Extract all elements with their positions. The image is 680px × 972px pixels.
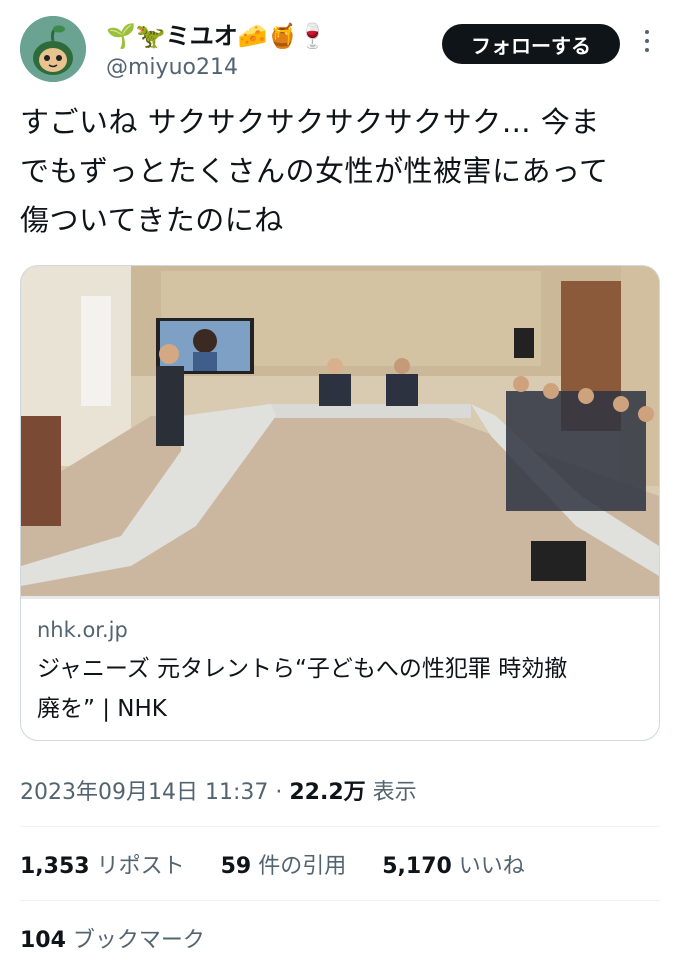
- bookmark-count: 104: [20, 928, 66, 953]
- likes-label: いいね: [451, 854, 525, 879]
- tweet-meta: 2023年09月14日 11:37 · 22.2万 表示: [20, 774, 417, 806]
- display-name[interactable]: 🌱🦖ミユオ🧀🍯🍷: [106, 20, 327, 52]
- view-count: 22.2万: [289, 780, 366, 805]
- quotes-stat[interactable]: 59 件の引用: [221, 854, 347, 879]
- link-card[interactable]: nhk.or.jp ジャニーズ 元タレントら“子どもへの性犯罪 時効撤 廃を” …: [20, 265, 660, 741]
- repost-count: 1,353: [20, 854, 90, 879]
- likes-stat[interactable]: 5,170 いいね: [382, 854, 525, 879]
- quotes-label: 件の引用: [251, 854, 347, 879]
- more-vertical-icon[interactable]: [640, 30, 654, 52]
- timestamp[interactable]: 2023年09月14日 11:37: [20, 780, 268, 805]
- views-label: 表示: [365, 780, 417, 805]
- divider: [20, 826, 660, 827]
- user-handle[interactable]: @miyuo214: [106, 54, 238, 82]
- card-image[interactable]: [21, 266, 659, 599]
- divider: [20, 900, 660, 901]
- card-title: ジャニーズ 元タレントら“子どもへの性犯罪 時効撤 廃を” | NHK: [37, 656, 568, 722]
- quote-count: 59: [220, 854, 252, 879]
- like-count: 5,170: [382, 854, 452, 879]
- reposts-label: リポスト: [89, 854, 185, 879]
- bookmarks-label: ブックマーク: [65, 928, 205, 953]
- bookmarks-stat[interactable]: 104 ブックマーク: [20, 922, 205, 954]
- card-domain: nhk.or.jp: [37, 618, 128, 642]
- follow-button[interactable]: フォローする: [442, 24, 620, 64]
- meta-separator: ·: [268, 780, 290, 805]
- avatar[interactable]: [20, 16, 86, 82]
- reposts-stat[interactable]: 1,353 リポスト: [20, 854, 185, 879]
- tweet-text: すごいね サクサクサクサクサクサク… 今ま でもずっとたくさんの女性が性被害にあ…: [20, 105, 609, 237]
- engagement-stats: 1,353 リポスト 59 件の引用 5,170 いいね: [20, 848, 525, 880]
